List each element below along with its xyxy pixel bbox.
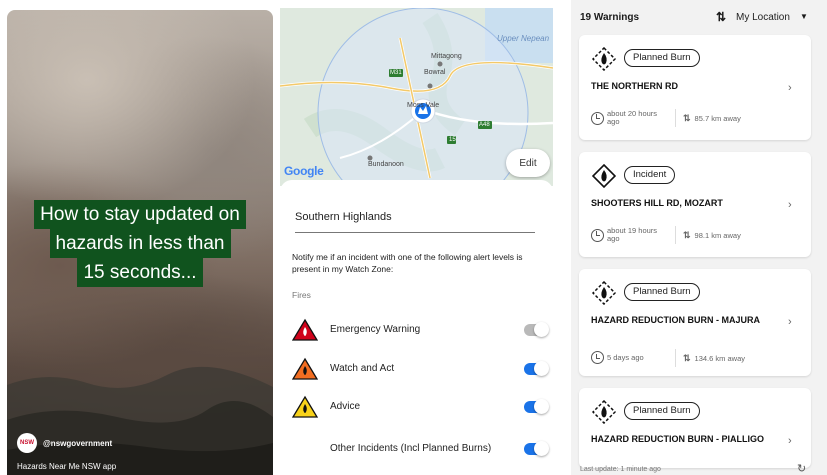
map-shield-a48: A48: [479, 122, 490, 128]
warnings-list-screen: 19 Warnings ⇅ My Location ▼ Planned Burn…: [571, 0, 827, 475]
section-label-fires: Fires: [292, 290, 311, 300]
map-label-bundanoon: Bundanoon: [368, 161, 404, 168]
warning-title: HAZARD REDUCTION BURN - PIALLIGO: [591, 434, 764, 444]
advice-triangle-icon: [292, 395, 318, 418]
warning-card-3[interactable]: Planned Burn HAZARD REDUCTION BURN - MAJ…: [579, 269, 811, 376]
clock-icon: [591, 228, 604, 242]
other-incidents-icon: [292, 437, 318, 461]
video-headline: How to stay updated on hazards in less t…: [29, 200, 251, 287]
alert-label: Other Incidents (Incl Planned Burns): [330, 443, 492, 454]
video-card[interactable]: How to stay updated on hazards in less t…: [7, 10, 273, 475]
watch-and-act-triangle-icon: [292, 357, 318, 380]
notify-description: Notify me if an incident with one of the…: [292, 252, 523, 274]
warning-card-4[interactable]: Planned Burn HAZARD REDUCTION BURN - PIA…: [579, 388, 811, 468]
toggle-advice[interactable]: [524, 399, 549, 414]
google-logo: Google: [284, 164, 324, 178]
incident-type-badge: Planned Burn: [624, 402, 700, 420]
incident-type-badge: Incident: [624, 166, 676, 184]
incident-type-badge: Planned Burn: [624, 49, 700, 67]
warnings-count: 19 Warnings: [580, 12, 640, 23]
map-view[interactable]: Upper Nepean Mittagong Bowral Moss Vale …: [280, 8, 553, 186]
clock-icon: [591, 111, 604, 125]
incident-icon: [592, 164, 616, 188]
zone-name[interactable]: Southern Highlands: [295, 211, 392, 223]
edit-zone-button[interactable]: Edit: [506, 149, 550, 177]
sort-icon[interactable]: ⇅: [716, 10, 726, 24]
warning-title: SHOOTERS HILL RD, MOZART: [591, 198, 723, 208]
warning-time: 5 days ago: [591, 351, 667, 364]
headline-line-2: hazards in less than: [49, 229, 231, 258]
meta-divider: [675, 349, 676, 367]
warning-title: THE NORTHERN RD: [591, 81, 678, 91]
alert-row-other-incidents[interactable]: Other Incidents (Incl Planned Burns): [292, 435, 549, 463]
watch-zone-sheet: Southern Highlands Notify me if an incid…: [280, 180, 553, 475]
alert-label: Emergency Warning: [330, 324, 421, 335]
location-selector[interactable]: My Location: [736, 12, 790, 23]
alert-label: Watch and Act: [330, 363, 395, 374]
distance-icon: ⇅: [683, 113, 691, 123]
chevron-down-icon[interactable]: ▼: [800, 12, 808, 21]
author-row[interactable]: NSW @nswgovernment: [17, 433, 112, 453]
emergency-warning-triangle-icon: [292, 318, 318, 341]
chevron-right-icon[interactable]: ›: [788, 199, 792, 211]
chevron-right-icon[interactable]: ›: [788, 435, 792, 447]
alert-row-advice[interactable]: Advice: [292, 395, 549, 419]
headline-line-1: How to stay updated on: [34, 200, 246, 229]
last-update-text: Last update: 1 minute ago: [580, 466, 661, 473]
warning-card-1[interactable]: Planned Burn THE NORTHERN RD › about 20 …: [579, 35, 811, 140]
planned-burn-icon: [592, 400, 616, 424]
warnings-header: 19 Warnings ⇅ My Location ▼: [571, 0, 827, 32]
toggle-emergency-warning[interactable]: [524, 322, 549, 337]
planned-burn-icon: [592, 281, 616, 305]
incident-type-badge: Planned Burn: [624, 283, 700, 301]
headline-line-3: 15 seconds...: [77, 258, 203, 287]
author-handle[interactable]: @nswgovernment: [43, 439, 112, 448]
meta-divider: [675, 226, 676, 244]
distance-icon: ⇅: [683, 230, 691, 240]
map-label-moss-vale: Moss Vale: [407, 102, 440, 109]
alert-label: Advice: [330, 401, 361, 412]
nsw-avatar[interactable]: NSW: [17, 433, 37, 453]
toggle-knob: [534, 441, 549, 456]
distance-icon: ⇅: [683, 353, 691, 363]
zone-name-underline: [295, 232, 535, 233]
warning-card-2[interactable]: Incident SHOOTERS HILL RD, MOZART › abou…: [579, 152, 811, 257]
clock-icon: [591, 351, 604, 364]
warning-time: about 20 hours ago: [591, 110, 667, 126]
map-shield-m31: M31: [390, 70, 402, 76]
warning-distance: ⇅ 134.6 km away: [683, 353, 745, 363]
warning-distance: ⇅ 98.1 km away: [683, 230, 741, 240]
avatar-text: NSW: [20, 440, 34, 446]
toggle-other-incidents[interactable]: [524, 441, 549, 456]
chevron-right-icon[interactable]: ›: [788, 316, 792, 328]
toggle-watch-and-act[interactable]: [524, 361, 549, 376]
toggle-knob: [534, 399, 549, 414]
planned-burn-icon: [592, 47, 616, 71]
map-label-bowral: Bowral: [424, 69, 446, 76]
refresh-icon[interactable]: ↻: [797, 462, 806, 475]
meta-divider: [675, 109, 676, 127]
warning-distance: ⇅ 85.7 km away: [683, 113, 741, 123]
toggle-knob: [534, 361, 549, 376]
watch-zone-screen: Upper Nepean Mittagong Bowral Moss Vale …: [280, 8, 553, 475]
map-label-upper-nepean: Upper Nepean: [497, 34, 550, 43]
chevron-right-icon[interactable]: ›: [788, 82, 792, 94]
map-label-mittagong: Mittagong: [431, 53, 462, 60]
toggle-knob: [534, 322, 549, 337]
warning-title: HAZARD REDUCTION BURN - MAJURA: [591, 315, 760, 325]
alert-row-watch-and-act[interactable]: Watch and Act: [292, 357, 549, 381]
map-shield-15: 15: [449, 137, 456, 143]
app-name: Hazards Near Me NSW app: [17, 462, 117, 471]
alert-row-emergency-warning[interactable]: Emergency Warning: [292, 318, 549, 342]
warning-time: about 19 hours ago: [591, 227, 667, 243]
